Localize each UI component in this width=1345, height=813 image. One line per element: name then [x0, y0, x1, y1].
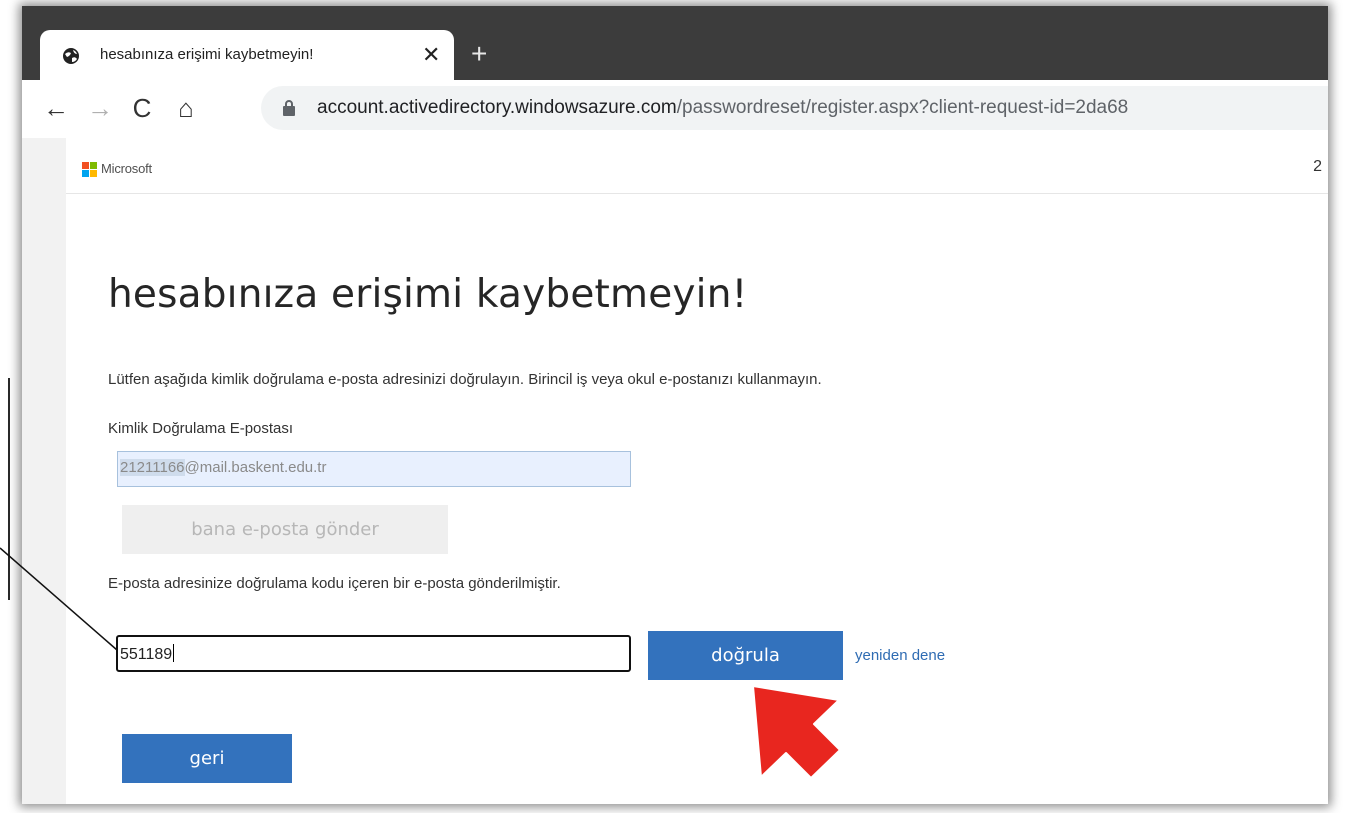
text-caret [173, 644, 175, 662]
email-domain-part: @mail.baskent.edu.tr [184, 459, 327, 476]
back-button[interactable]: ← [38, 88, 74, 128]
annotation-bracket-line [8, 378, 10, 600]
browser-window: hesabınıza erişimi kaybetmeyin! ✕ + ← → … [22, 6, 1328, 804]
send-email-button[interactable]: bana e-posta gönder [122, 505, 448, 554]
authentication-email-field[interactable]: 21211166@mail.baskent.edu.tr [117, 451, 631, 487]
url-text: account.activedirectory.windowsazure.com… [317, 97, 1128, 119]
browser-tab[interactable]: hesabınıza erişimi kaybetmeyin! ✕ [40, 30, 454, 82]
page-content: Microsoft 2 hesabınıza erişimi kaybetmey… [66, 138, 1328, 804]
browser-toolbar: ← → C ⌂ account.activedirectory.windowsa… [22, 80, 1328, 138]
email-field-label: Kimlik Doğrulama E-postası [108, 420, 294, 437]
page-title: hesabınıza erişimi kaybetmeyin! [108, 272, 748, 317]
microsoft-header: Microsoft 2 [66, 138, 1328, 194]
lock-icon [283, 100, 295, 116]
new-tab-button[interactable]: + [471, 36, 487, 72]
annotated-screenshot: hesabınıza erişimi kaybetmeyin! ✕ + ← → … [0, 0, 1345, 813]
address-bar[interactable]: account.activedirectory.windowsazure.com… [261, 86, 1328, 130]
email-value: 21211166@mail.baskent.edu.tr [120, 459, 326, 476]
instruction-text: Lütfen aşağıda kimlik doğrulama e-posta … [108, 371, 822, 388]
globe-icon [63, 48, 79, 64]
verify-button[interactable]: doğrula [648, 631, 843, 680]
page-viewport: Microsoft 2 hesabınıza erişimi kaybetmey… [22, 138, 1328, 804]
verification-code-value: 551189 [120, 644, 175, 664]
code-text: 551189 [120, 646, 173, 663]
microsoft-brand-name: Microsoft [101, 161, 152, 176]
url-domain: account.activedirectory.windowsazure.com [317, 97, 677, 118]
forward-button[interactable]: → [82, 88, 118, 128]
tab-title: hesabınıza erişimi kaybetmeyin! [100, 46, 314, 63]
tab-close-icon[interactable]: ✕ [422, 41, 440, 69]
code-sent-info: E-posta adresinize doğrulama kodu içeren… [108, 575, 561, 592]
back-page-button[interactable]: geri [122, 734, 292, 783]
retry-link[interactable]: yeniden dene [855, 647, 945, 664]
verification-code-input[interactable]: 551189 [116, 635, 631, 672]
email-user-part: 21211166 [120, 459, 185, 476]
header-user-text: 2 [1313, 158, 1322, 175]
reload-button[interactable]: C [124, 88, 160, 128]
microsoft-logo-icon [82, 162, 97, 177]
home-button[interactable]: ⌂ [168, 88, 204, 128]
tab-strip: hesabınıza erişimi kaybetmeyin! ✕ + [22, 6, 1328, 82]
url-path: /passwordreset/register.aspx?client-requ… [676, 97, 1129, 118]
